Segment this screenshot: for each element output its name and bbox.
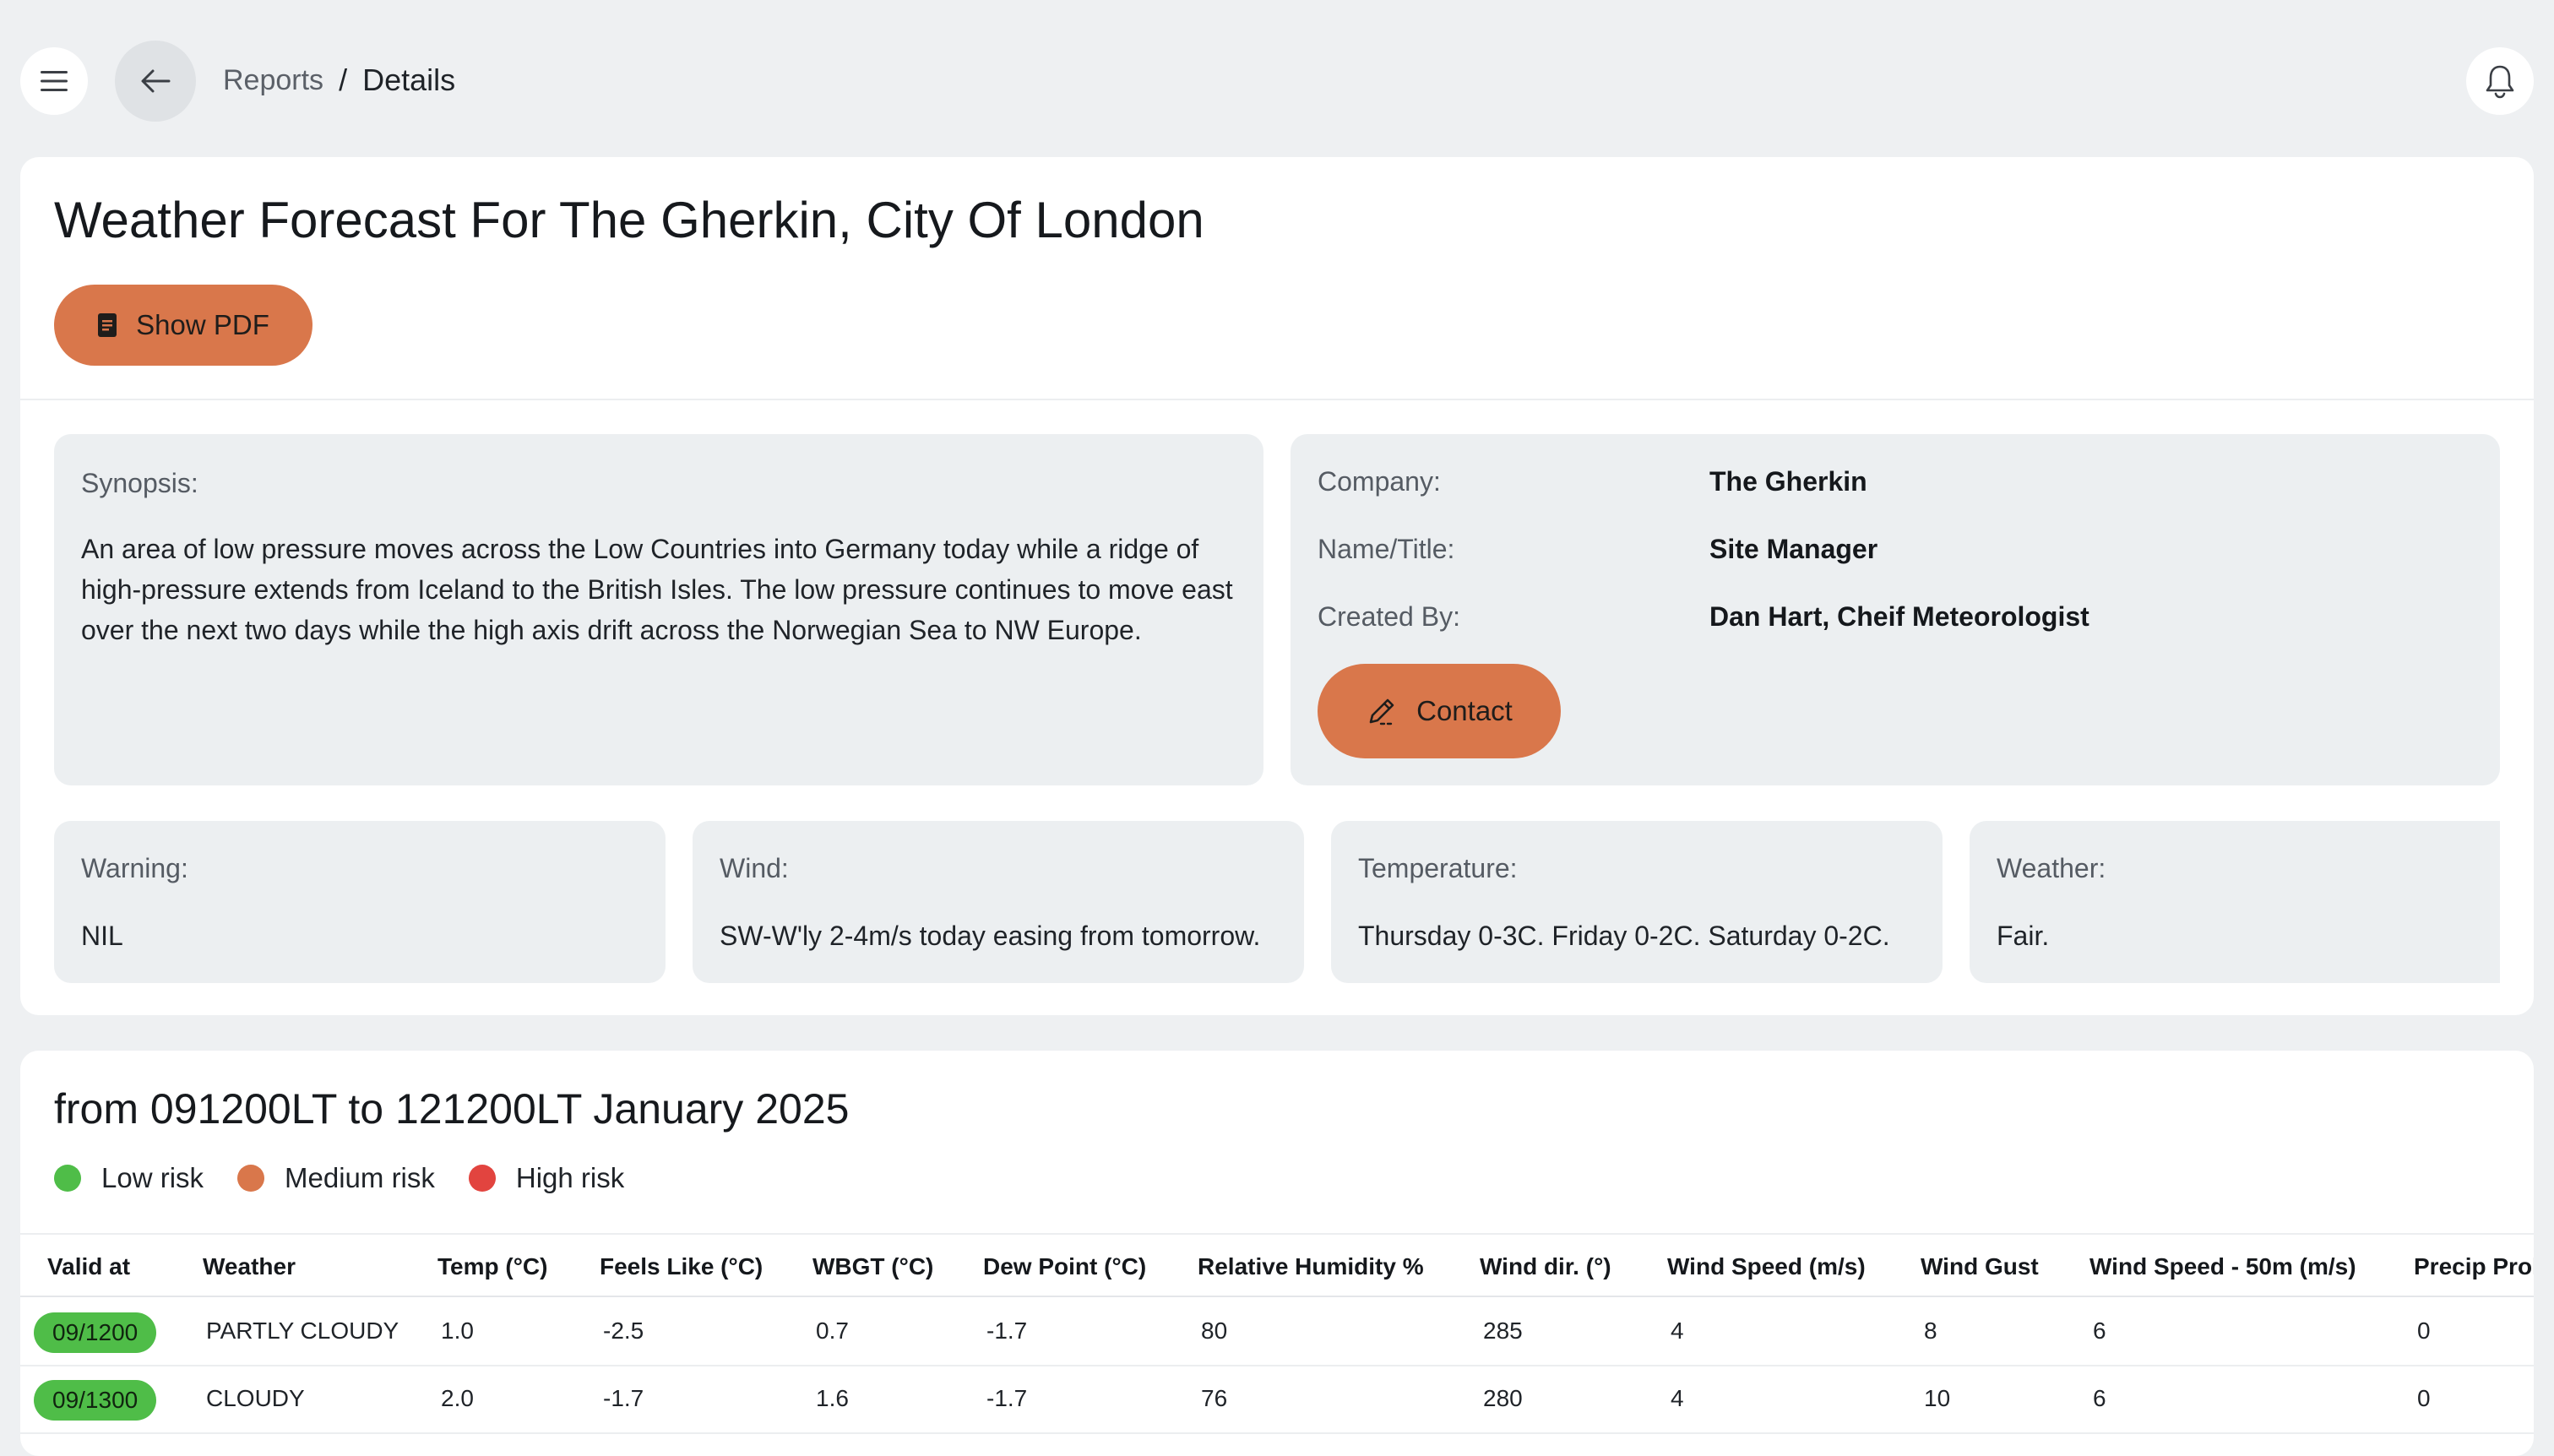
- wind-value: SW-W'ly 2-4m/s today easing from tomorro…: [720, 921, 1261, 951]
- breadcrumb-current: Details: [362, 62, 456, 97]
- column-header[interactable]: Wind dir. (°): [1480, 1253, 1611, 1280]
- created-by-value: Dan Hart, Cheif Meteorologist: [1709, 601, 2089, 632]
- table-cell: 0.7: [816, 1317, 849, 1344]
- contact-label: Contact: [1416, 695, 1513, 726]
- table-cell: -2.5: [603, 1317, 644, 1344]
- table-cell: PARTLY CLOUDY: [206, 1317, 399, 1344]
- table-row[interactable]: 09/1300 CLOUDY 2.0 -1.7 1.6 -1.7 76 280 …: [20, 1366, 2534, 1434]
- table-cell: 0: [2417, 1317, 2431, 1344]
- forecast-range-title: from 091200LT to 121200LT January 2025: [54, 1085, 850, 1133]
- high-risk-dot: [468, 1165, 496, 1192]
- page-title: Weather Forecast For The Gherkin, City O…: [54, 192, 1204, 248]
- valid-at-badge: 09/1300: [34, 1380, 157, 1421]
- table-cell: CLOUDY: [206, 1385, 305, 1411]
- table-cell: 4: [1671, 1317, 1684, 1344]
- back-button[interactable]: [115, 41, 196, 122]
- risk-legend: Low risk Medium risk High risk: [54, 1162, 658, 1194]
- breadcrumb-separator: /: [339, 62, 348, 97]
- table-cell: 1.6: [816, 1385, 849, 1411]
- table-cell: 80: [1201, 1317, 1228, 1344]
- table-cell: 4: [1671, 1385, 1684, 1411]
- column-header[interactable]: Valid at: [47, 1253, 130, 1280]
- low-risk-dot: [54, 1165, 81, 1192]
- warning-value: NIL: [81, 921, 123, 951]
- name-title-label: Name/Title:: [1318, 534, 1455, 564]
- report-card: Weather Forecast For The Gherkin, City O…: [20, 157, 2534, 1015]
- temperature-panel: Temperature: Thursday 0-3C. Friday 0-2C.…: [1331, 821, 1943, 983]
- table-cell: 0: [2417, 1385, 2431, 1411]
- pencil-icon: [1366, 695, 1398, 727]
- company-label: Company:: [1318, 466, 1441, 497]
- temperature-title: Temperature:: [1358, 853, 1518, 883]
- synopsis-label: Synopsis:: [81, 468, 198, 498]
- table-row[interactable]: 09/1200 PARTLY CLOUDY 1.0 -2.5 0.7 -1.7 …: [20, 1299, 2534, 1366]
- table-cell: 10: [1924, 1385, 1951, 1411]
- breadcrumb: Reports / Details: [223, 62, 455, 98]
- column-header[interactable]: Weather: [203, 1253, 296, 1280]
- weather-title: Weather:: [1997, 853, 2106, 883]
- column-header[interactable]: Feels Like (°C): [600, 1253, 763, 1280]
- valid-at-badge: 09/1200: [34, 1312, 157, 1353]
- top-bar: Reports / Details: [0, 0, 2554, 155]
- column-header[interactable]: Relative Humidity %: [1198, 1253, 1424, 1280]
- wind-panel: Wind: SW-W'ly 2-4m/s today easing from t…: [693, 821, 1304, 983]
- warning-panel: Warning: NIL: [54, 821, 666, 983]
- show-pdf-label: Show PDF: [136, 309, 269, 340]
- notifications-button[interactable]: [2466, 47, 2534, 115]
- column-header[interactable]: Precip Prol: [2414, 1253, 2534, 1280]
- arrow-left-icon: [141, 69, 171, 93]
- table-cell: 6: [2093, 1385, 2106, 1411]
- table-cell: 280: [1483, 1385, 1523, 1411]
- wind-title: Wind:: [720, 853, 789, 883]
- legend-high-risk-label: High risk: [515, 1162, 625, 1193]
- legend-low-risk-label: Low risk: [101, 1162, 204, 1193]
- legend-high-risk: High risk: [468, 1162, 625, 1194]
- legend-medium-risk-label: Medium risk: [285, 1162, 435, 1193]
- table-cell: -1.7: [986, 1385, 1028, 1411]
- table-cell: 8: [1924, 1317, 1937, 1344]
- table-cell: 285: [1483, 1317, 1523, 1344]
- column-header[interactable]: Wind Speed (m/s): [1667, 1253, 1866, 1280]
- forecast-card: from 091200LT to 121200LT January 2025 L…: [20, 1051, 2534, 1456]
- column-header[interactable]: Dew Point (°C): [983, 1253, 1146, 1280]
- table-cell: -1.7: [986, 1317, 1028, 1344]
- details-panel: Company: The Gherkin Name/Title: Site Ma…: [1291, 434, 2500, 785]
- bell-icon: [2486, 65, 2514, 99]
- weather-value: Fair.: [1997, 921, 2050, 951]
- show-pdf-button[interactable]: Show PDF: [54, 285, 312, 366]
- table-cell: -1.7: [603, 1385, 644, 1411]
- menu-icon: [41, 71, 68, 91]
- menu-button[interactable]: [20, 47, 88, 115]
- table-cell: 2.0: [441, 1385, 474, 1411]
- column-header[interactable]: WBGT (°C): [812, 1253, 933, 1280]
- table-cell: 1.0: [441, 1317, 474, 1344]
- name-title-value: Site Manager: [1709, 534, 1878, 564]
- table-header-row: Valid at Weather Temp (°C) Feels Like (°…: [20, 1235, 2534, 1297]
- section-divider: [20, 399, 2534, 400]
- synopsis-panel: Synopsis: An area of low pressure moves …: [54, 434, 1263, 785]
- temperature-value: Thursday 0-3C. Friday 0-2C. Saturday 0-2…: [1358, 921, 1890, 951]
- document-icon: [97, 312, 117, 338]
- table-cell: 6: [2093, 1317, 2106, 1344]
- column-header[interactable]: Wind Gust: [1921, 1253, 2039, 1280]
- weather-panel: Weather: Fair.: [1970, 821, 2500, 983]
- column-header[interactable]: Temp (°C): [437, 1253, 547, 1280]
- breadcrumb-reports-link[interactable]: Reports: [223, 64, 323, 97]
- contact-button[interactable]: Contact: [1318, 664, 1561, 758]
- company-value: The Gherkin: [1709, 466, 1867, 497]
- legend-low-risk: Low risk: [54, 1162, 204, 1194]
- column-header[interactable]: Wind Speed - 50m (m/s): [2089, 1253, 2356, 1280]
- medium-risk-dot: [237, 1165, 265, 1192]
- legend-medium-risk: Medium risk: [237, 1162, 435, 1194]
- synopsis-text: An area of low pressure moves across the…: [81, 534, 1233, 645]
- warning-title: Warning:: [81, 853, 188, 883]
- created-by-label: Created By:: [1318, 601, 1460, 632]
- table-cell: 76: [1201, 1385, 1228, 1411]
